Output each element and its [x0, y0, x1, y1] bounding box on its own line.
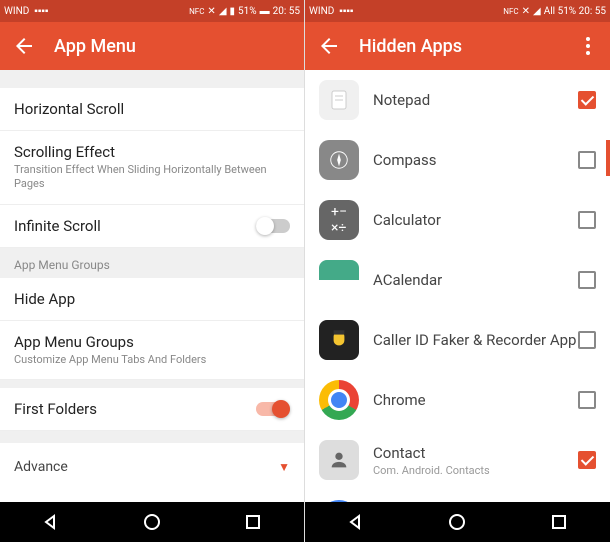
- wifi-icon: ◢: [219, 6, 227, 17]
- app-checkbox[interactable]: [578, 451, 596, 469]
- scrolling-effect-label: Scrolling Effect: [14, 143, 290, 161]
- app-row[interactable]: +−×÷ Calculator: [305, 190, 610, 250]
- app-name-label: Compass: [373, 151, 578, 169]
- groups-header: App Menu Groups: [0, 248, 304, 278]
- app-menu-groups-label: App Menu Groups: [14, 333, 290, 351]
- status-bar-left: WIND ▪▪▪▪ NFC ✕ ◢ ▮ 51% ▬ 20: 55: [0, 0, 304, 22]
- app-menu-groups-row[interactable]: App Menu Groups Customize App Menu Tabs …: [0, 321, 304, 380]
- infinite-scroll-row[interactable]: Infinite Scroll: [0, 205, 304, 248]
- app-name-label: Contact: [373, 444, 578, 462]
- nfc-icon-r: NFC: [503, 7, 518, 16]
- scrolling-effect-sub: Transition Effect When Sliding Horizonta…: [14, 163, 290, 192]
- notepad-icon: [319, 80, 359, 120]
- vibrate-icon-r: ✕: [522, 6, 530, 17]
- app-name-label: Notepad: [373, 91, 578, 109]
- scroll-indicator: [606, 140, 610, 176]
- right-pane: WIND ▪▪▪▪ NFC ✕ ◢ All 51% 20: 55 Hidden …: [305, 0, 610, 542]
- overflow-menu-button[interactable]: [578, 34, 598, 58]
- first-folders-row[interactable]: First Folders: [0, 388, 304, 431]
- nav-bar-left: [0, 502, 304, 542]
- signal-text-r: All 51% 20: 55: [544, 6, 606, 17]
- calculator-icon: +−×÷: [319, 200, 359, 240]
- first-folders-toggle[interactable]: [256, 402, 290, 416]
- carrier-label: WIND: [4, 6, 29, 17]
- app-checkbox[interactable]: [578, 331, 596, 349]
- compass-icon: [319, 140, 359, 180]
- chrome-icon: [319, 380, 359, 420]
- app-row[interactable]: Caller ID Faker & Recorder App: [305, 310, 610, 370]
- nav-recent-button-r[interactable]: [547, 510, 571, 534]
- app-name-label: Calculator: [373, 211, 578, 229]
- app-info: Chrome: [373, 391, 578, 409]
- app-menu-groups-sub: Customize App Menu Tabs And Folders: [14, 353, 290, 367]
- contact-icon: [319, 440, 359, 480]
- scrolling-effect-row[interactable]: Scrolling Effect Transition Effect When …: [0, 131, 304, 205]
- nav-home-button[interactable]: [140, 510, 164, 534]
- nav-recent-button[interactable]: [241, 510, 265, 534]
- app-row[interactable]: ACalendar: [305, 250, 610, 310]
- back-icon-r[interactable]: [317, 34, 341, 58]
- app-sub-label: Com. Android. Contacts: [373, 464, 578, 477]
- status-bar-right: WIND ▪▪▪▪ NFC ✕ ◢ All 51% 20: 55: [305, 0, 610, 22]
- app-name-label: Chrome: [373, 391, 578, 409]
- battery-pct: 51%: [238, 6, 257, 17]
- app-info: Notepad: [373, 91, 578, 109]
- vibrate-icon: ✕: [207, 6, 215, 17]
- first-folders-label: First Folders: [14, 400, 256, 418]
- apps-list[interactable]: Notepad Compass +−×÷ Calculator ACalendar Cal…: [305, 70, 610, 502]
- app-checkbox[interactable]: [578, 211, 596, 229]
- app-checkbox[interactable]: [578, 151, 596, 169]
- app-info: Calculator: [373, 211, 578, 229]
- page-title-right: Hidden Apps: [359, 36, 462, 57]
- app-row[interactable]: Chrome: [305, 370, 610, 430]
- hide-app-row[interactable]: Hide App: [0, 278, 304, 321]
- nav-back-button-r[interactable]: [344, 510, 368, 534]
- app-name-label: Caller ID Faker & Recorder App: [373, 331, 578, 349]
- app-checkbox[interactable]: [578, 91, 596, 109]
- battery-icon: ▬: [260, 6, 270, 17]
- app-row[interactable]: Notepad: [305, 70, 610, 130]
- left-pane: WIND ▪▪▪▪ NFC ✕ ◢ ▮ 51% ▬ 20: 55 App Men…: [0, 0, 305, 542]
- page-title-left: App Menu: [54, 36, 136, 57]
- wifi-icon-r: ◢: [533, 6, 541, 17]
- status-app-icons: ▪▪▪▪: [34, 6, 48, 17]
- nfc-icon: NFC: [189, 7, 204, 16]
- app-name-label: ACalendar: [373, 271, 578, 289]
- advance-label: Advance: [14, 459, 278, 475]
- horizontal-scroll-row[interactable]: Horizontal Scroll: [0, 88, 304, 131]
- infinite-scroll-toggle[interactable]: [256, 219, 290, 233]
- carrier-label-r: WIND: [309, 6, 334, 17]
- settings-list: Horizontal Scroll Scrolling Effect Trans…: [0, 70, 304, 502]
- app-checkbox[interactable]: [578, 391, 596, 409]
- nav-back-button[interactable]: [39, 510, 63, 534]
- app-bar-right: Hidden Apps: [305, 22, 610, 70]
- app-checkbox[interactable]: [578, 271, 596, 289]
- app-info: ACalendar: [373, 271, 578, 289]
- app-info: Compass: [373, 151, 578, 169]
- status-app-icons-r: ▪▪▪▪: [339, 6, 353, 17]
- faker-icon: [319, 320, 359, 360]
- app-row[interactable]: ContactCom. Google. Android. Contacts: [305, 490, 610, 502]
- nav-bar-right: [305, 502, 610, 542]
- signal-icon: ▮: [230, 6, 236, 17]
- advance-dropdown[interactable]: Advance ▼: [0, 443, 304, 491]
- app-info: Caller ID Faker & Recorder App: [373, 331, 578, 349]
- hide-app-label: Hide App: [14, 290, 290, 308]
- app-row[interactable]: Compass: [305, 130, 610, 190]
- chevron-down-icon: ▼: [278, 460, 290, 474]
- back-icon[interactable]: [12, 34, 36, 58]
- nav-home-button-r[interactable]: [445, 510, 469, 534]
- clock: 20: 55: [273, 6, 300, 17]
- calendar-icon: [319, 260, 359, 300]
- horizontal-scroll-label: Horizontal Scroll: [14, 100, 290, 118]
- app-info: Contact Com. Android. Contacts: [373, 444, 578, 477]
- infinite-scroll-label: Infinite Scroll: [14, 217, 256, 235]
- app-row[interactable]: Contact Com. Android. Contacts: [305, 430, 610, 490]
- app-bar-left: App Menu: [0, 22, 304, 70]
